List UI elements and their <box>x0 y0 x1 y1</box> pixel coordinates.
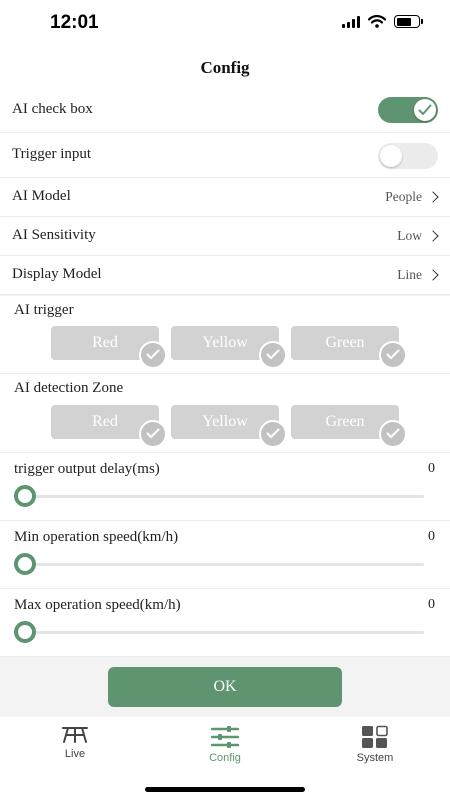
signal-icon <box>342 15 360 28</box>
trigger-delay-slider[interactable] <box>14 485 424 507</box>
wifi-icon <box>368 15 386 28</box>
status-icons <box>342 15 423 28</box>
status-time: 12:01 <box>50 12 99 33</box>
min-speed-value: 0 <box>428 529 435 544</box>
slider-thumb[interactable] <box>14 553 36 575</box>
check-circle-icon <box>379 420 407 448</box>
max-speed-slider-row: Max operation speed(km/h) 0 <box>0 589 450 657</box>
ai-sensitivity-value: Low <box>397 228 422 243</box>
ai-trigger-section: AI trigger Red Yellow Green <box>0 296 450 374</box>
display-model-value: Line <box>397 267 422 282</box>
trigger-delay-value: 0 <box>428 461 435 476</box>
trigger-input-label: Trigger input <box>12 146 92 162</box>
trigger-delay-label: trigger output delay(ms) <box>14 461 160 477</box>
slider-thumb[interactable] <box>14 485 36 507</box>
min-speed-label: Min operation speed(km/h) <box>14 529 179 545</box>
max-speed-slider[interactable] <box>14 621 424 643</box>
tab-system[interactable]: System <box>325 725 425 764</box>
option-label: Yellow <box>202 413 248 430</box>
chevron-right-icon <box>427 191 439 203</box>
checkmark-icon <box>418 104 432 115</box>
ai-trigger-yellow-option[interactable]: Yellow <box>171 326 287 369</box>
tab-live-label: Live <box>64 748 86 760</box>
slider-thumb[interactable] <box>14 621 36 643</box>
detection-zone-red-option[interactable]: Red <box>51 405 167 448</box>
check-circle-icon <box>259 420 287 448</box>
battery-icon <box>394 15 423 28</box>
toggle-knob <box>380 145 402 167</box>
min-speed-slider[interactable] <box>14 553 424 575</box>
check-circle-icon <box>139 341 167 369</box>
ai-trigger-green-option[interactable]: Green <box>291 326 407 369</box>
display-model-row[interactable]: Display Model Line <box>0 256 450 295</box>
ai-model-row[interactable]: AI Model People <box>0 178 450 217</box>
check-circle-icon <box>139 420 167 448</box>
nav-header: Config <box>0 46 450 90</box>
detection-zone-green-option[interactable]: Green <box>291 405 407 448</box>
chevron-right-icon <box>427 230 439 242</box>
option-label: Yellow <box>202 334 248 351</box>
ai-trigger-red-option[interactable]: Red <box>51 326 167 369</box>
trigger-input-row: Trigger input <box>0 133 450 178</box>
ai-model-label: AI Model <box>12 188 71 204</box>
ai-detection-zone-label: AI detection Zone <box>14 380 124 396</box>
ai-model-value: People <box>385 189 422 204</box>
ai-detection-zone-section: AI detection Zone Red Yellow Green <box>0 374 450 453</box>
option-label: Green <box>325 334 365 351</box>
tab-live[interactable]: Live <box>25 725 125 760</box>
option-label: Green <box>325 413 365 430</box>
max-speed-label: Max operation speed(km/h) <box>14 597 181 613</box>
trigger-input-toggle[interactable] <box>378 143 438 169</box>
toggle-knob <box>414 99 436 121</box>
option-label: Red <box>92 334 118 351</box>
trigger-delay-slider-row: trigger output delay(ms) 0 <box>0 453 450 521</box>
tab-system-label: System <box>356 752 394 764</box>
system-icon <box>362 725 388 748</box>
max-speed-value: 0 <box>428 597 435 612</box>
config-icon <box>210 726 240 748</box>
home-indicator <box>145 787 305 792</box>
status-bar: 12:01 <box>0 0 450 46</box>
check-circle-icon <box>379 341 407 369</box>
display-model-label: Display Model <box>12 266 102 282</box>
tab-config-label: Config <box>209 752 241 764</box>
option-label: Red <box>92 413 118 430</box>
detection-zone-yellow-option[interactable]: Yellow <box>171 405 287 448</box>
ok-button[interactable]: OK <box>108 667 342 707</box>
ai-sensitivity-row[interactable]: AI Sensitivity Low <box>0 217 450 256</box>
ai-check-box-toggle[interactable] <box>378 97 438 123</box>
page-title: Config <box>200 58 250 77</box>
tab-config[interactable]: Config <box>175 725 275 764</box>
chevron-right-icon <box>427 269 439 281</box>
ai-check-box-label: AI check box <box>12 101 93 117</box>
check-circle-icon <box>259 341 287 369</box>
ai-trigger-label: AI trigger <box>14 302 74 318</box>
min-speed-slider-row: Min operation speed(km/h) 0 <box>0 521 450 589</box>
ai-sensitivity-label: AI Sensitivity <box>12 227 96 243</box>
ai-check-box-row: AI check box <box>0 90 450 133</box>
live-icon <box>62 727 88 743</box>
